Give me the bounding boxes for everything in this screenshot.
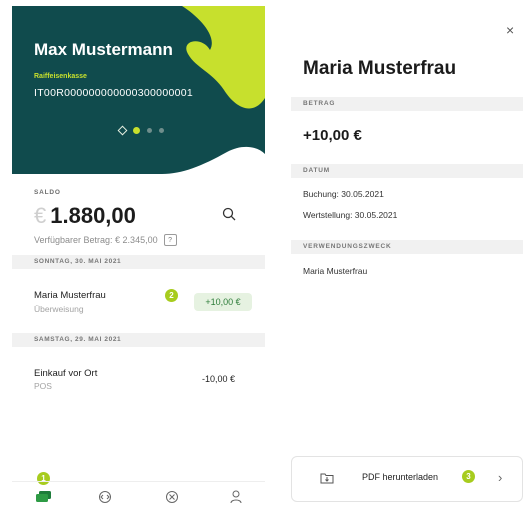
booking-date: Buchung: 30.05.2021 — [303, 189, 384, 199]
transfer-icon[interactable] — [98, 490, 114, 508]
available-amount: Verfügbarer Betrag: € 2.345,00 ? — [34, 234, 177, 246]
value-date: Wertstellung: 30.05.2021 — [303, 210, 398, 220]
carousel-indicator[interactable] — [117, 125, 164, 136]
bank-name: Raiffeisenkasse — [34, 73, 87, 80]
transaction-amount-positive: +10,00 € — [194, 293, 252, 311]
help-icon[interactable]: ? — [163, 234, 177, 246]
amount-section-header: BETRAG — [291, 97, 523, 111]
account-overview-screen: Max Mustermann Raiffeisenkasse IT00R0000… — [12, 6, 265, 508]
accounts-icon[interactable] — [36, 490, 52, 508]
saldo-label: SALDO — [34, 189, 61, 196]
download-folder-icon — [320, 471, 334, 489]
carousel-dot[interactable] — [147, 128, 152, 133]
carousel-dot-active[interactable] — [133, 127, 140, 134]
transaction-amount-negative: -10,00 € — [202, 374, 236, 384]
profile-icon[interactable] — [230, 490, 242, 508]
balance-amount: 1.880,00 — [50, 203, 136, 228]
transaction-title[interactable]: Maria Musterfrau — [34, 290, 106, 301]
pdf-download-button[interactable]: PDF herunterladen 3 › — [291, 456, 523, 502]
search-icon[interactable] — [222, 207, 236, 226]
carousel-add-indicator[interactable] — [117, 125, 128, 136]
date-header: SONNTAG, 30. MAI 2021 — [12, 255, 265, 269]
date-section-header: DATUM — [291, 164, 523, 178]
detail-title: Maria Musterfrau — [303, 58, 457, 79]
close-icon[interactable]: × — [506, 22, 514, 38]
purpose-section-header: VERWENDUNGSZWECK — [291, 240, 523, 254]
carousel-dot[interactable] — [159, 128, 164, 133]
cards-icon[interactable] — [165, 490, 179, 508]
available-amount-text: Verfügbarer Betrag: € 2.345,00 — [34, 235, 158, 245]
account-card[interactable]: Max Mustermann Raiffeisenkasse IT00R0000… — [12, 6, 265, 176]
transaction-detail-screen: × Maria Musterfrau BETRAG +10,00 € DATUM… — [277, 0, 523, 508]
account-holder-name: Max Mustermann — [34, 40, 173, 59]
currency-symbol: € — [34, 203, 47, 228]
transaction-title[interactable]: Einkauf vor Ort — [34, 368, 97, 379]
step-badge-2: 2 — [165, 289, 178, 302]
chevron-right-icon: › — [498, 470, 503, 485]
detail-amount: +10,00 € — [303, 127, 362, 144]
bottom-navigation — [12, 481, 265, 508]
iban: IT00R000000000000300000001 — [34, 87, 194, 99]
transaction-type: POS — [34, 381, 52, 391]
balance-display: € 1.880,00 — [34, 203, 136, 229]
purpose-text: Maria Musterfrau — [303, 266, 368, 276]
step-badge-3: 3 — [462, 470, 475, 483]
transaction-type: Überweisung — [34, 304, 84, 314]
date-header: SAMSTAG, 29. MAI 2021 — [12, 333, 265, 347]
pdf-download-label: PDF herunterladen — [362, 472, 439, 482]
